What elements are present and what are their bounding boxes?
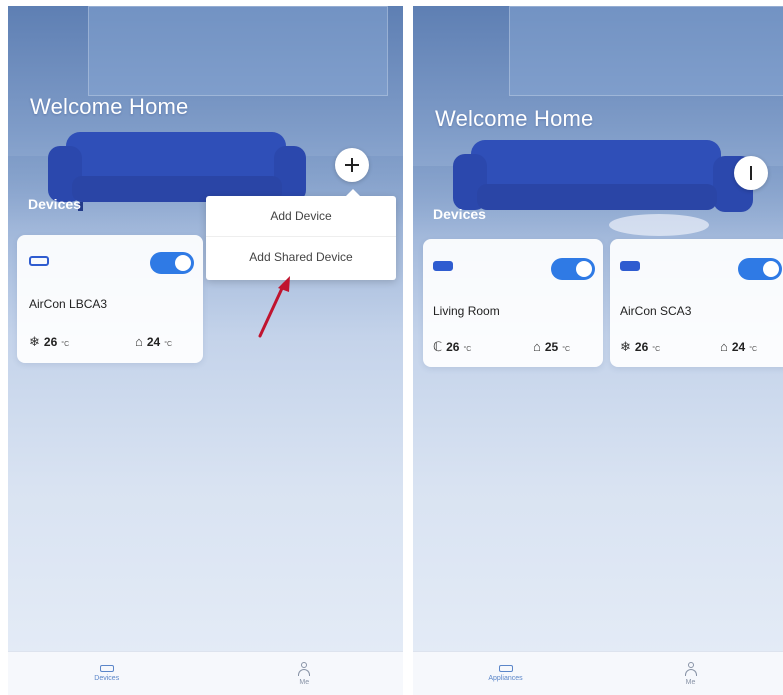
temperature-unit: °C: [61, 341, 70, 348]
welcome-title: Welcome Home: [30, 94, 189, 119]
temperature-unit: °C: [652, 346, 661, 353]
home-temp-icon: ⌂: [720, 339, 728, 354]
tab-me[interactable]: Me: [206, 652, 404, 695]
tab-label: Me: [299, 678, 310, 686]
set-temperature-value: 26: [43, 335, 58, 349]
fan-icon: ❄: [29, 334, 40, 349]
menu-bar-icon: [749, 166, 753, 180]
plus-icon: [345, 158, 359, 172]
wall-panel: [88, 6, 388, 96]
devices-section-label: Devices: [433, 206, 486, 222]
app-screen-right: Welcome Home Devices Living Room ℂ 26 °C…: [413, 6, 783, 695]
temperature-unit: °C: [463, 346, 472, 353]
devices-section-label: Devices: [28, 196, 81, 212]
set-temperature-reading: ❄ 26 °C: [29, 334, 69, 350]
power-toggle[interactable]: [150, 252, 194, 274]
menu-item-add-device[interactable]: Add Device: [206, 196, 396, 236]
home-temp-icon: ⌂: [533, 339, 541, 354]
toggle-knob: [175, 255, 191, 271]
room-temperature-reading: ⌂ 24 °C: [720, 339, 757, 354]
room-temperature-value: 25: [544, 340, 559, 354]
add-menu-popup: Add Device Add Shared Device: [206, 189, 396, 280]
sofa-seat: [477, 184, 717, 210]
device-icon: [99, 665, 114, 672]
add-button[interactable]: [335, 148, 369, 182]
home-temp-icon: ⌂: [135, 334, 143, 349]
add-button[interactable]: [734, 156, 768, 190]
set-temperature-value: 26: [446, 340, 460, 354]
device-icon: [498, 665, 513, 672]
power-toggle[interactable]: [551, 258, 595, 280]
air-conditioner-icon: [620, 261, 640, 271]
room-temperature-value: 24: [731, 340, 746, 354]
bottom-tab-bar: Devices Me: [8, 651, 403, 695]
room-temperature-reading: ⌂ 24 °C: [135, 334, 172, 349]
welcome-title: Welcome Home: [435, 106, 594, 131]
toggle-knob: [576, 261, 592, 277]
fan-icon: ❄: [620, 339, 631, 354]
tab-label: Me: [685, 678, 696, 686]
room-temperature-reading: ⌂ 25 °C: [533, 339, 570, 354]
tab-appliances[interactable]: Appliances: [413, 652, 598, 695]
set-temperature-reading: ℂ 26 °C: [433, 339, 471, 355]
air-conditioner-icon: [29, 256, 49, 266]
temp-icon: ℂ: [433, 339, 443, 354]
menu-item-add-shared-device[interactable]: Add Shared Device: [206, 236, 396, 276]
tab-devices[interactable]: Devices: [8, 652, 206, 695]
app-screen-left: Welcome Home Devices Add Device Add Shar…: [8, 6, 403, 695]
toggle-knob: [763, 261, 779, 277]
person-icon: [298, 661, 311, 676]
temperature-unit: °C: [164, 341, 173, 348]
air-conditioner-icon: [433, 261, 453, 271]
coffee-table: [609, 214, 709, 236]
tab-label: Devices: [94, 675, 120, 682]
device-card[interactable]: AirCon LBCA3 ❄ 26 °C ⌂ 24 °C: [17, 235, 203, 363]
person-icon: [684, 661, 697, 676]
device-name: Living Room: [433, 304, 500, 318]
set-temperature-value: 26: [634, 340, 649, 354]
device-card[interactable]: AirCon SCA3 ❄ 26 °C ⌂ 24 °C: [610, 239, 783, 367]
power-toggle[interactable]: [738, 258, 782, 280]
device-card[interactable]: Living Room ℂ 26 °C ⌂ 25 °C: [423, 239, 603, 367]
annotation-arrow: [258, 276, 290, 338]
device-name: AirCon SCA3: [620, 304, 692, 318]
tab-me[interactable]: Me: [598, 652, 783, 695]
set-temperature-reading: ❄ 26 °C: [620, 339, 660, 355]
temperature-unit: °C: [749, 346, 758, 353]
wall-panel: [509, 6, 783, 96]
device-name: AirCon LBCA3: [29, 297, 108, 311]
tab-label: Appliances: [488, 675, 523, 682]
bottom-tab-bar: Appliances Me: [413, 651, 783, 695]
room-temperature-value: 24: [146, 335, 161, 349]
temperature-unit: °C: [562, 346, 571, 353]
